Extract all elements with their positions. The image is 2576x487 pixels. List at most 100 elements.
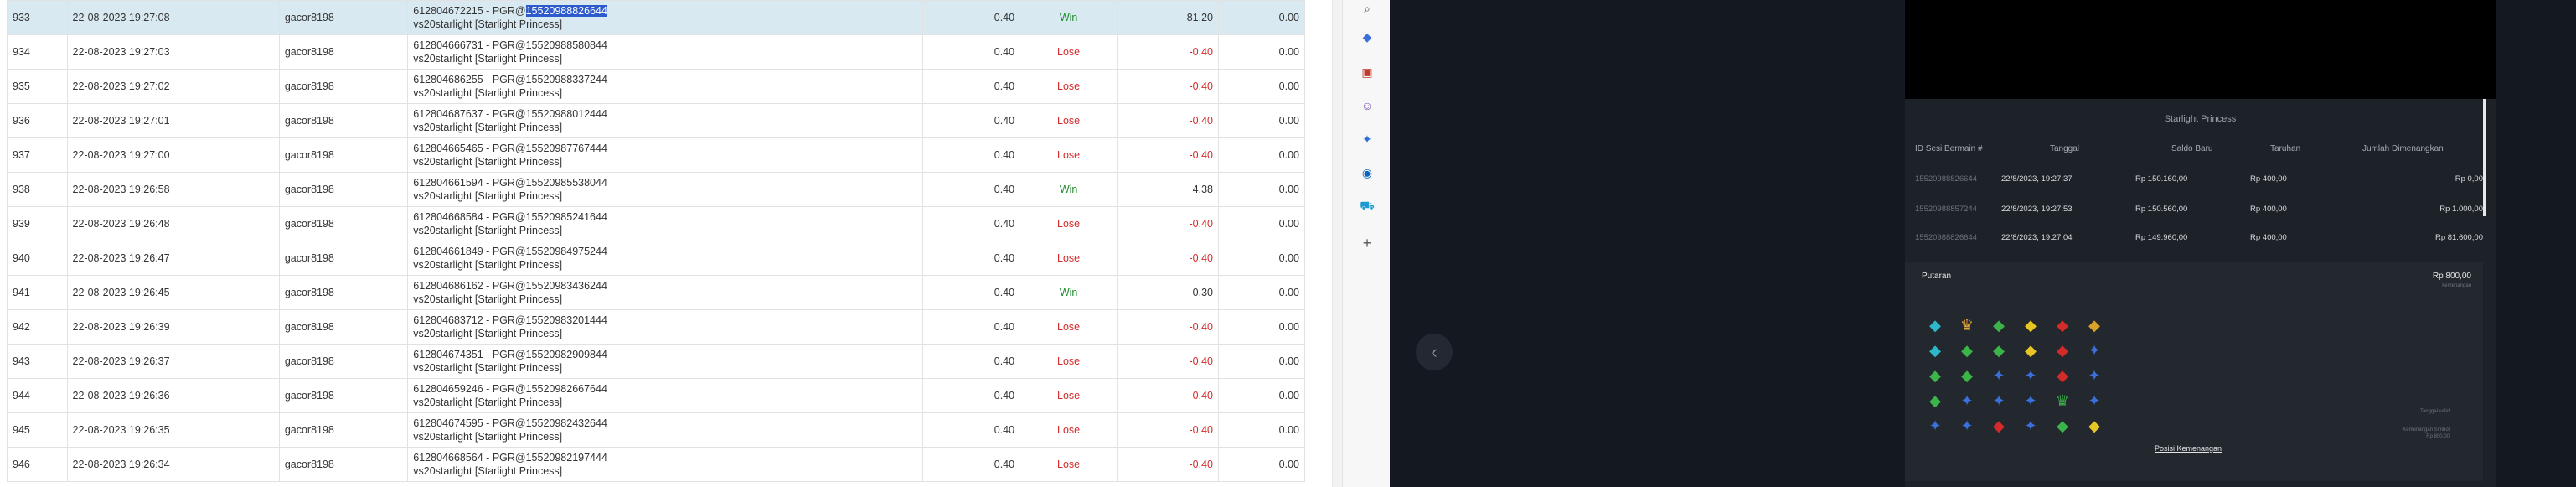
table-row[interactable]: 934 22-08-2023 19:27:03 gacor8198 612804666… [7, 34, 1305, 70]
row-number: 942 [7, 309, 68, 345]
row-number: 940 [7, 241, 68, 276]
table-row[interactable]: 936 22-08-2023 19:27:01 gacor8198 612804687… [7, 103, 1305, 138]
gem-symbol-icon: ✦ [1960, 391, 1974, 409]
table-row[interactable]: 941 22-08-2023 19:26:45 gacor8198 612804686… [7, 275, 1305, 310]
row-datetime: 22-08-2023 19:26:48 [66, 206, 280, 241]
tag-icon[interactable]: ◆ [1359, 28, 1376, 45]
row-username: gacor8198 [278, 172, 409, 207]
table-row[interactable]: 933 22-08-2023 19:27:08 gacor8198 612804672… [7, 0, 1305, 35]
row-number: 938 [7, 172, 68, 207]
row-extra: 0.00 [1218, 34, 1305, 70]
desc-id: 612804686162 - PGR@15520983436244 [413, 280, 607, 292]
table-row[interactable]: 944 22-08-2023 19:26:36 gacor8198 612804659… [7, 378, 1305, 413]
row-number: 941 [7, 275, 68, 310]
row-result: Lose [1020, 103, 1118, 138]
row-description: 612804674351 - PGR@15520982909844 vs20sta… [407, 344, 924, 379]
row-extra: 0.00 [1218, 447, 1305, 482]
row-description: 612804668584 - PGR@15520985241644 vs20sta… [407, 206, 924, 241]
row-datetime: 22-08-2023 19:27:00 [66, 137, 280, 173]
row-description: 612804665465 - PGR@15520987767444 vs20sta… [407, 137, 924, 173]
row-extra: 0.00 [1218, 275, 1305, 310]
desc-id: 612804659246 - PGR@15520982667644 [413, 383, 607, 395]
table-row[interactable]: 940 22-08-2023 19:26:47 gacor8198 612804661… [7, 241, 1305, 276]
history-table-panel: 933 22-08-2023 19:27:08 gacor8198 612804672… [0, 0, 1343, 487]
row-description: 612804686255 - PGR@15520988337244 vs20sta… [407, 69, 924, 104]
gem-symbol-icon: ◆ [1929, 316, 1941, 334]
row-extra: 0.00 [1218, 206, 1305, 241]
row-description: 612804661594 - PGR@15520985538044 vs20sta… [407, 172, 924, 207]
gem-symbol-icon: ◆ [2057, 316, 2068, 334]
plus-icon[interactable]: + [1359, 235, 1376, 251]
table-row[interactable]: 946 22-08-2023 19:26:34 gacor8198 612804668… [7, 447, 1305, 482]
gem-symbol-icon: ◆ [1929, 341, 1941, 359]
game-row[interactable]: 15520988826644 22/8/2023, 19:27:04 Rp 14… [1905, 225, 2483, 250]
row-amount: 0.30 [1117, 275, 1219, 310]
row-bet: 0.40 [922, 172, 1021, 207]
desc-game: vs20starlight [Starlight Princess] [413, 465, 563, 477]
putaran-sub: kemenangan [2442, 283, 2471, 288]
header-id: ID Sesi Bermain # [1915, 144, 1983, 153]
game-row[interactable]: 15520988826644 22/8/2023, 19:27:37 Rp 15… [1905, 166, 2483, 191]
gem-symbol-icon: ✦ [1992, 391, 2006, 409]
table-row[interactable]: 935 22-08-2023 19:27:02 gacor8198 612804686… [7, 69, 1305, 104]
gem-symbol-icon: ◆ [2057, 341, 2068, 359]
game-history-window: Starlight Princess ID Sesi Bermain # Tan… [1905, 0, 2496, 487]
people-icon[interactable]: ☺ [1359, 97, 1376, 114]
outlook-icon[interactable]: ◉ [1359, 164, 1376, 181]
table-row[interactable]: 939 22-08-2023 19:26:48 gacor8198 612804668… [7, 206, 1305, 241]
chevron-left-icon[interactable]: ‹ [1416, 334, 1453, 370]
gem-symbol-icon: ◆ [1993, 316, 2005, 334]
gem-symbol-icon: ✦ [2088, 366, 2101, 384]
row-amount: -0.40 [1117, 34, 1219, 70]
row-result: Lose [1020, 447, 1118, 482]
gem-symbol-icon: ◆ [1961, 366, 1973, 384]
row-result: Lose [1020, 412, 1118, 448]
row-amount: -0.40 [1117, 69, 1219, 104]
desc-id: 612804661849 - PGR@15520984975244 [413, 246, 607, 257]
row-bet: 0.40 [922, 241, 1021, 276]
row-username: gacor8198 [278, 344, 409, 379]
row-description: 612804659246 - PGR@15520982667644 vs20sta… [407, 378, 924, 413]
row-extra: 0.00 [1218, 344, 1305, 379]
table-row[interactable]: 938 22-08-2023 19:26:58 gacor8198 612804661… [7, 172, 1305, 207]
header-bet: Taruhan [2270, 144, 2301, 153]
cart-icon[interactable]: ⛟ [1359, 198, 1376, 215]
putaran-label: Putaran [1922, 272, 1952, 281]
gem-symbol-icon: ✦ [2024, 417, 2037, 434]
desc-id: 612804665465 - PGR@15520987767444 [413, 142, 607, 154]
row-amount: -0.40 [1117, 241, 1219, 276]
row-bet: 0.40 [922, 412, 1021, 448]
table-row[interactable]: 937 22-08-2023 19:27:00 gacor8198 612804665… [7, 137, 1305, 173]
row-extra: 0.00 [1218, 69, 1305, 104]
extension-icon[interactable]: ✦ [1359, 131, 1376, 148]
row-description: 612804683712 - PGR@15520983201444 vs20sta… [407, 309, 924, 345]
desc-game: vs20starlight [Starlight Princess] [413, 190, 563, 202]
game-row[interactable]: 15520988857244 22/8/2023, 19:27:53 Rp 15… [1905, 196, 2483, 221]
transaction-table: 933 22-08-2023 19:27:08 gacor8198 612804672… [7, 0, 1305, 482]
table-row[interactable]: 943 22-08-2023 19:26:37 gacor8198 612804674… [7, 344, 1305, 379]
row-result: Win [1020, 275, 1118, 310]
gem-symbol-icon: ✦ [1928, 417, 1942, 434]
table-row[interactable]: 942 22-08-2023 19:26:39 gacor8198 612804683… [7, 309, 1305, 345]
row-amount: -0.40 [1117, 103, 1219, 138]
toolbox-icon[interactable]: ▣ [1359, 64, 1376, 80]
row-datetime: 22-08-2023 19:26:39 [66, 309, 280, 345]
row-amount: -0.40 [1117, 378, 1219, 413]
desc-game: vs20starlight [Starlight Princess] [413, 431, 563, 443]
row-extra: 0.00 [1218, 172, 1305, 207]
header-win: Jumlah Dimenangkan [2362, 144, 2444, 153]
row-amount: -0.40 [1117, 309, 1219, 345]
row-result: Win [1020, 0, 1118, 35]
search-icon[interactable]: ⌕ [1359, 0, 1376, 17]
desc-id-selected: 15520988826644 [525, 5, 607, 17]
row-bet: 0.40 [922, 0, 1021, 35]
win-position-link[interactable]: Posisi Kemenangan [2155, 444, 2222, 453]
desc-id: 612804674351 - PGR@15520982909844 [413, 349, 607, 360]
row-description: 612804674595 - PGR@15520982432644 vs20sta… [407, 412, 924, 448]
header-balance: Saldo Baru [2171, 144, 2213, 153]
row-username: gacor8198 [278, 378, 409, 413]
table-row[interactable]: 945 22-08-2023 19:26:35 gacor8198 612804674… [7, 412, 1305, 448]
header-date: Tanggal [2050, 144, 2080, 153]
row-bet: 0.40 [922, 378, 1021, 413]
row-extra: 0.00 [1218, 412, 1305, 448]
